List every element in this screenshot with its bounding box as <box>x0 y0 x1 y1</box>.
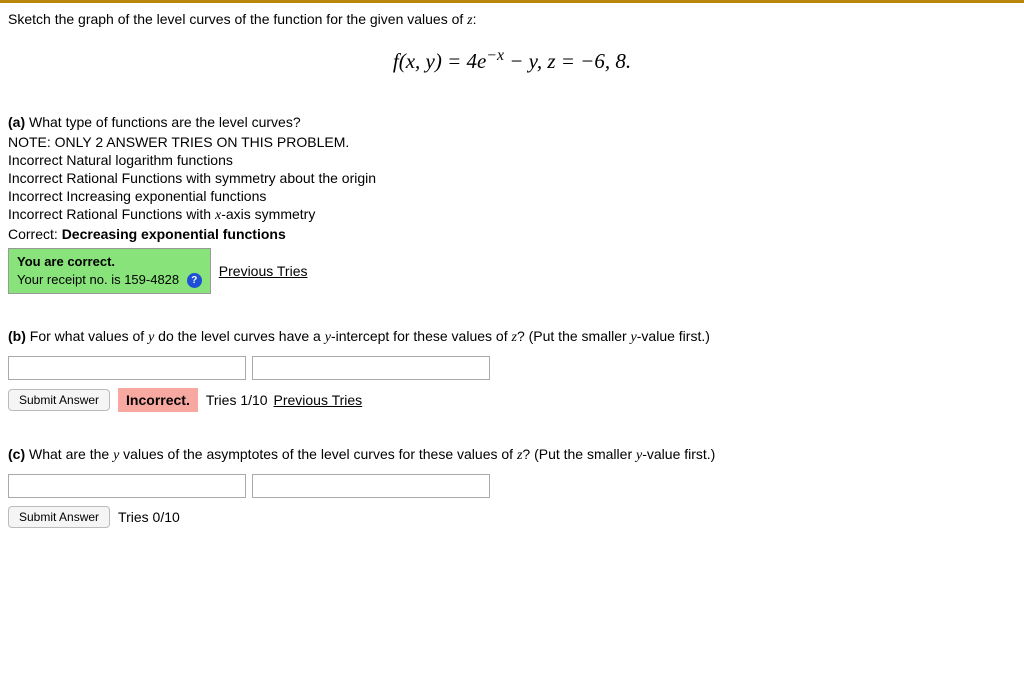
part-a-label: (a) <box>8 114 25 130</box>
equation-lhs: f(x, y) = 4e <box>393 49 486 73</box>
choice-1: Incorrect Natural logarithm functions <box>8 152 1016 168</box>
part-c-inputs <box>8 474 1016 498</box>
part-c-submit-row: Submit Answer Tries 0/10 <box>8 506 1016 528</box>
help-icon[interactable]: ? <box>187 273 202 288</box>
part-b-text: For what values of y do the level curves… <box>26 328 710 344</box>
correct-prefix: Correct: <box>8 226 62 242</box>
correct-answer: Decreasing exponential functions <box>62 226 286 242</box>
feedback-receipt: 159-4828 <box>124 272 179 287</box>
choice-2: Incorrect Rational Functions with symmet… <box>8 170 1016 186</box>
part-b-label: (b) <box>8 328 26 344</box>
prompt-text: Sketch the graph of the level curves of … <box>8 11 467 27</box>
tries-count-b: Tries 1/10 <box>206 392 268 408</box>
part-c-input-2[interactable] <box>252 474 490 498</box>
tries-text-c: Tries 0/10 <box>118 509 180 525</box>
part-b-submit-row: Submit Answer Incorrect. Tries 1/10 Prev… <box>8 388 1016 412</box>
equation-exp: −x <box>486 47 504 64</box>
equation-rest: − y, z = −6, 8. <box>504 49 631 73</box>
part-b-input-1[interactable] <box>8 356 246 380</box>
part-c-input-1[interactable] <box>8 474 246 498</box>
part-b-input-2[interactable] <box>252 356 490 380</box>
problem-content: Sketch the graph of the level curves of … <box>0 3 1024 568</box>
part-a-text: What type of functions are the level cur… <box>25 114 300 130</box>
submit-button-c[interactable]: Submit Answer <box>8 506 110 528</box>
part-a-question: (a) What type of functions are the level… <box>8 114 1016 130</box>
choice-correct: Correct: Decreasing exponential function… <box>8 226 1016 242</box>
feedback-line1: You are correct. <box>17 254 115 269</box>
equation-display: f(x, y) = 4e−x − y, z = −6, 8. <box>8 47 1016 74</box>
part-c-question: (c) What are the y values of the asympto… <box>8 446 1016 464</box>
note-tries: NOTE: ONLY 2 ANSWER TRIES ON THIS PROBLE… <box>8 134 1016 150</box>
prompt-colon: : <box>473 11 477 27</box>
incorrect-badge: Incorrect. <box>118 388 198 412</box>
previous-tries-link-a[interactable]: Previous Tries <box>219 263 308 279</box>
tries-text-b: Tries 1/10 Previous Tries <box>206 392 362 408</box>
part-a-feedback-row: You are correct. Your receipt no. is 159… <box>8 248 1016 294</box>
part-b-inputs <box>8 356 1016 380</box>
problem-prompt: Sketch the graph of the level curves of … <box>8 11 1016 29</box>
feedback-correct-box: You are correct. Your receipt no. is 159… <box>8 248 211 294</box>
feedback-line2a: Your receipt no. is <box>17 272 124 287</box>
choice-3: Incorrect Increasing exponential functio… <box>8 188 1016 204</box>
part-a-notes: NOTE: ONLY 2 ANSWER TRIES ON THIS PROBLE… <box>8 134 1016 242</box>
submit-button-b[interactable]: Submit Answer <box>8 389 110 411</box>
part-c-label: (c) <box>8 446 25 462</box>
previous-tries-link-b[interactable]: Previous Tries <box>273 392 362 408</box>
part-b-question: (b) For what values of y do the level cu… <box>8 328 1016 346</box>
choice-4: Incorrect Rational Functions with x-axis… <box>8 206 1016 224</box>
part-c-text: What are the y values of the asymptotes … <box>25 446 715 462</box>
